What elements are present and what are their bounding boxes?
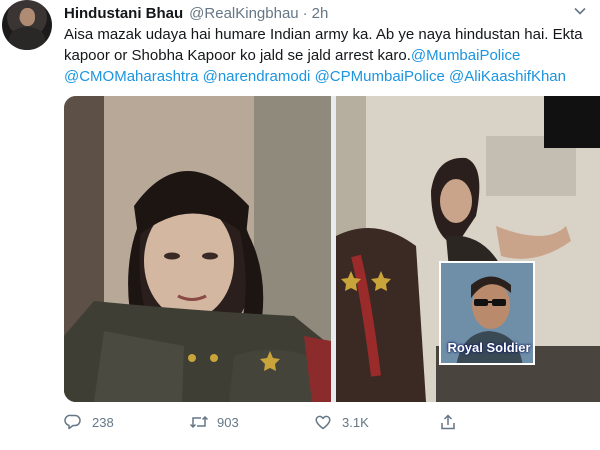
avatar[interactable] [2,0,52,50]
tweet-text: Aisa mazak udaya hai humare Indian army … [64,24,596,87]
retweet-count: 903 [217,414,239,430]
media-image-left-illustration [64,96,331,402]
redaction-box [544,96,600,148]
avatar-face-shape [20,8,35,26]
overlay-photo: Royal Soldier [439,261,535,365]
share-icon [439,412,461,432]
chevron-down-icon[interactable] [572,4,588,20]
reply-button[interactable]: 238 [64,412,189,432]
reply-count: 238 [92,414,114,430]
tweet-time[interactable]: 2h [312,5,329,22]
mention-link[interactable]: @CMOMaharashtra [64,68,198,85]
overlay-label: Royal Soldier [447,340,531,355]
media-image-left[interactable] [64,96,331,402]
share-button[interactable] [439,412,564,432]
mention-link[interactable]: @narendramodi [203,68,311,85]
user-handle[interactable]: @RealKingbhau [189,5,298,22]
retweet-icon [189,412,211,432]
mention-link[interactable]: @CPMumbaiPolice [315,68,445,85]
tweet-header: Hindustani Bhau @RealKingbhau · 2h [64,3,328,23]
retweet-button[interactable]: 903 [189,412,314,432]
tweet-actions: 238 903 3.1K [64,410,564,434]
like-button[interactable]: 3.1K [314,412,439,432]
heart-icon [314,412,336,432]
mention-link[interactable]: @AliKaashifKhan [449,68,566,85]
like-count: 3.1K [342,414,369,430]
reply-icon [64,412,86,432]
tweet-media[interactable]: Royal Soldier [64,96,600,402]
separator-dot: · [302,4,308,22]
avatar-body-shape [9,27,45,50]
mention-link[interactable]: @MumbaiPolice [411,47,520,64]
display-name[interactable]: Hindustani Bhau [64,5,183,22]
tweet[interactable]: Hindustani Bhau @RealKingbhau · 2h Aisa … [0,0,600,450]
